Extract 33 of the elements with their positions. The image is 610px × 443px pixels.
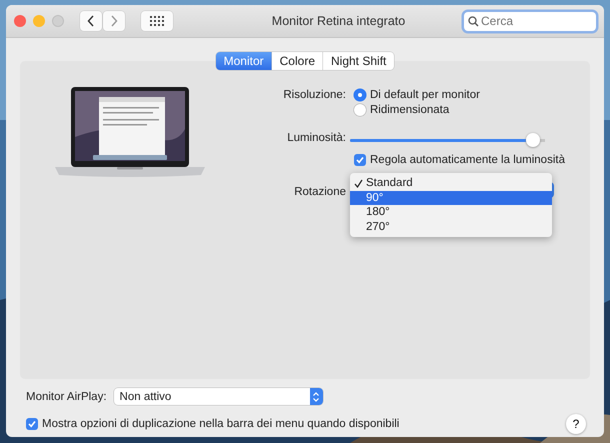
radio-option[interactable]: Di default per monitor (354, 89, 565, 101)
stepper-icon (310, 388, 323, 405)
radio-option[interactable]: Ridimensionata (354, 104, 565, 116)
grid-icon (150, 16, 164, 26)
checkmark-icon (354, 178, 363, 188)
menu-item[interactable]: 180° (350, 205, 552, 220)
rotation-label: Rotazione (293, 186, 346, 198)
airplay-label: Monitor AirPlay: (26, 390, 107, 402)
slider-thumb[interactable] (526, 133, 540, 147)
brightness-label: Luminosità: (286, 132, 346, 144)
help-button[interactable]: ? (566, 414, 586, 434)
chevron-left-icon (87, 15, 95, 27)
resolution-label: Risoluzione: (282, 89, 346, 101)
menu-item[interactable]: 90° (350, 190, 552, 205)
checkbox[interactable] (354, 154, 366, 166)
search-icon (468, 16, 479, 26)
radio-button[interactable] (354, 104, 366, 116)
tab[interactable]: Colore (272, 52, 323, 70)
menu-item[interactable]: Standard (350, 176, 552, 190)
tab[interactable]: Night Shift (323, 52, 394, 70)
checkbox[interactable] (26, 418, 38, 430)
back-button[interactable] (80, 11, 102, 31)
airplay-popup[interactable]: Non attivo (114, 388, 323, 405)
show-all-button[interactable] (141, 11, 173, 31)
option-label: Di default per monitor (370, 89, 480, 101)
search-field[interactable]: Cerca (464, 12, 596, 30)
tab[interactable]: Monitor (216, 52, 272, 70)
menu-item[interactable]: 270° (350, 220, 552, 234)
close-button[interactable] (14, 15, 26, 27)
window-title: Monitor Retina integrato (270, 14, 406, 28)
chevron-right-icon (110, 15, 118, 27)
option-label: Ridimensionata (370, 104, 450, 116)
radio-button[interactable] (354, 89, 366, 101)
